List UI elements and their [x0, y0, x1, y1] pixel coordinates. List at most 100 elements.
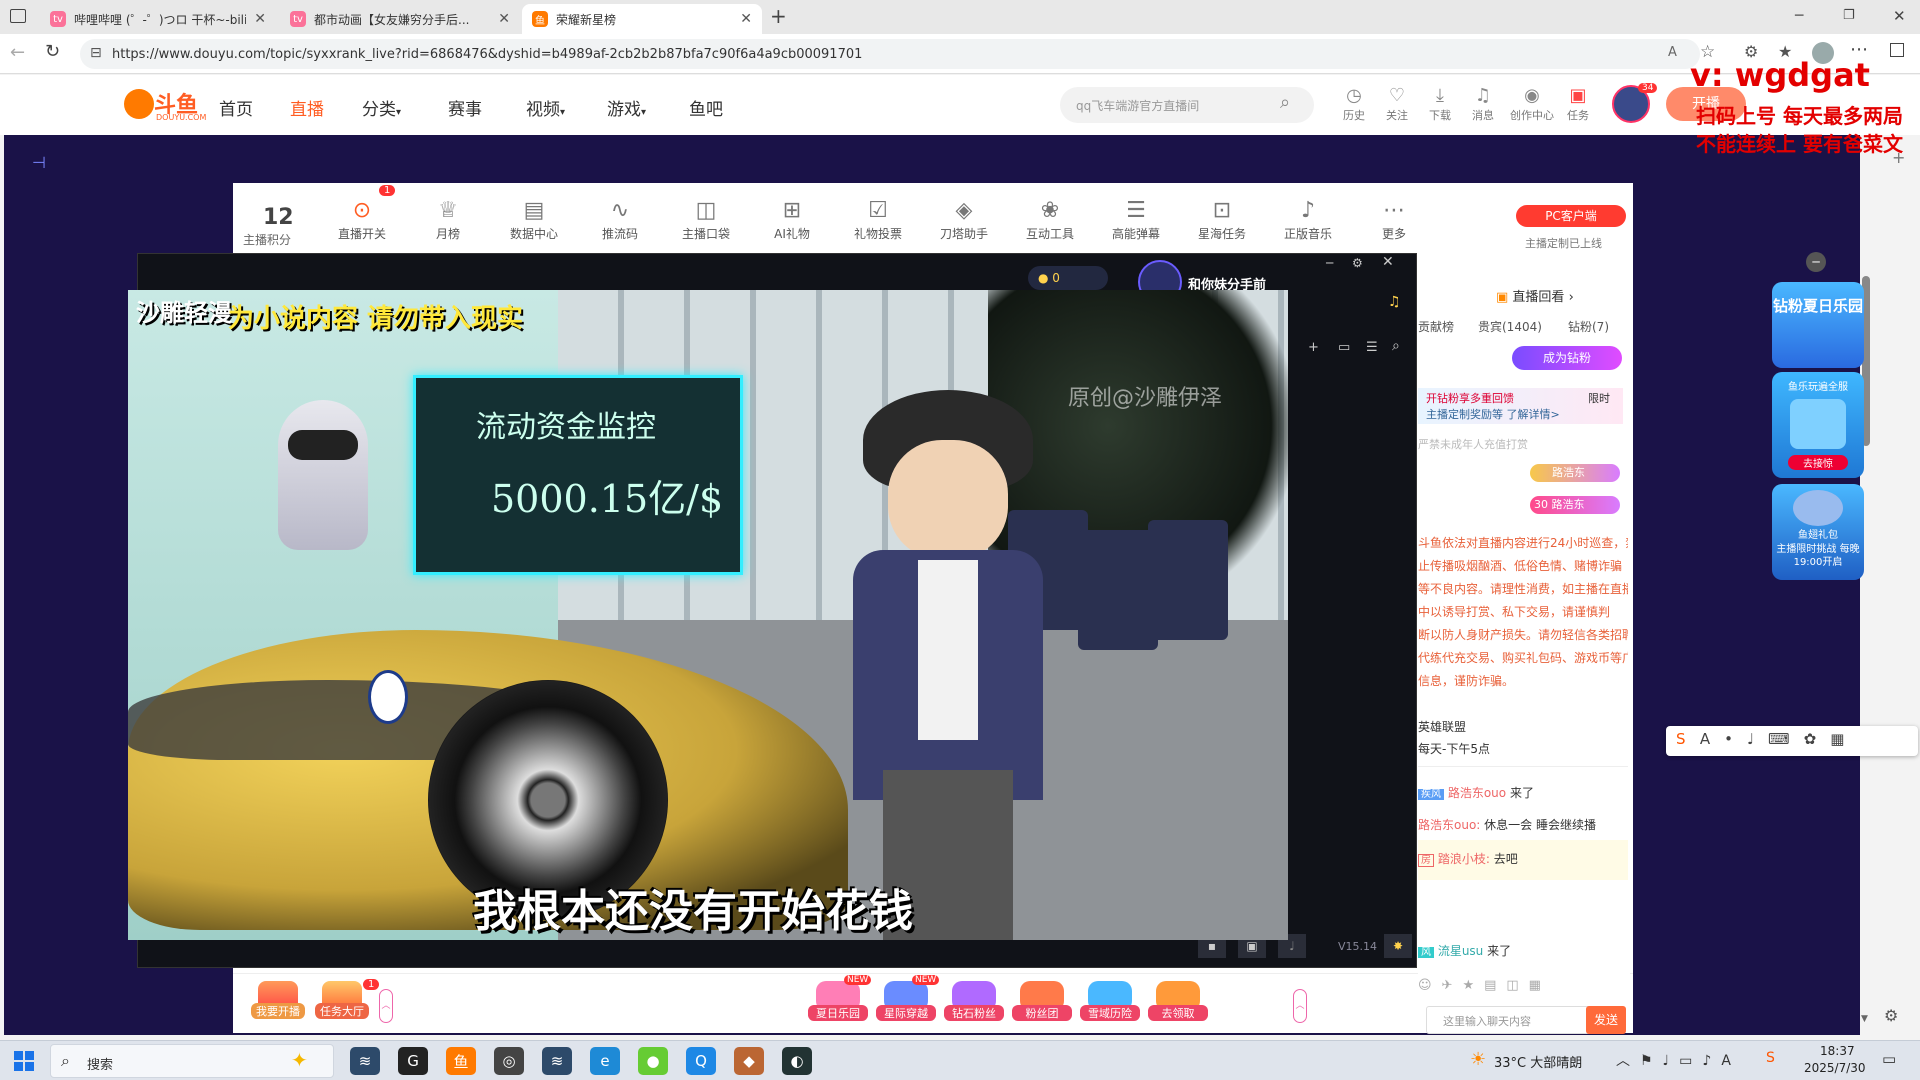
- tool-monthly-rank[interactable]: ♕ 月榜: [413, 197, 483, 242]
- app-icon[interactable]: ◆: [734, 1047, 764, 1075]
- minimize-player-icon[interactable]: ─: [1326, 256, 1333, 270]
- tab-bilibili-video[interactable]: tv 都市动画【女友嫌穷分手后... ✕: [280, 4, 520, 34]
- bug-icon[interactable]: ✸: [1384, 934, 1412, 958]
- grid-icon[interactable]: ▦: [1830, 730, 1858, 748]
- chat-user[interactable]: 流星usu: [1438, 944, 1483, 958]
- activity-item[interactable]: 粉丝团: [1012, 981, 1072, 1021]
- sidebar-icon[interactable]: [1890, 43, 1904, 57]
- nav-home[interactable]: 首页: [219, 95, 253, 120]
- tray-icons[interactable]: ︿⚑♩▭♪A: [1616, 1050, 1741, 1070]
- chat-user[interactable]: 路浩东ouo: [1448, 786, 1506, 800]
- clock-time[interactable]: 18:37: [1820, 1044, 1855, 1058]
- tool-data-center[interactable]: ▤ 数据中心: [499, 197, 569, 242]
- fan-banner[interactable]: 开钻粉享多重回馈 限时 主播定制奖励等 了解详情>: [1418, 388, 1623, 424]
- task-button[interactable]: ▣ 任务: [1556, 85, 1600, 123]
- qq-icon[interactable]: Q: [686, 1047, 716, 1075]
- nav-fishbar[interactable]: 鱼吧: [689, 95, 723, 120]
- weather-text[interactable]: 33°C 大部晴朗: [1494, 1052, 1582, 1071]
- activity-item[interactable]: 星际穿越 NEW: [876, 975, 940, 1021]
- nav-events[interactable]: 赛事: [448, 95, 482, 120]
- nav-games[interactable]: 游戏▾: [607, 95, 646, 120]
- nav-live[interactable]: 直播: [290, 95, 324, 120]
- tab-douyu-rank[interactable]: 鱼 荣耀新星榜 ✕: [522, 4, 762, 34]
- app-icon[interactable]: ≋: [350, 1047, 380, 1075]
- activity-item[interactable]: 雪域历险: [1080, 981, 1140, 1021]
- add-user-icon[interactable]: +: [1308, 340, 1319, 355]
- chat-user[interactable]: 路浩东ouo:: [1418, 818, 1480, 832]
- taskbar-search[interactable]: ⌕ 搜索 ✦: [50, 1044, 334, 1078]
- app-icon[interactable]: ≋: [542, 1047, 572, 1075]
- nav-video[interactable]: 视频▾: [526, 95, 565, 120]
- search-icon[interactable]: ⌕: [1392, 338, 1400, 354]
- skin-icon[interactable]: ✿: [1804, 730, 1831, 748]
- close-window-button[interactable]: ✕: [1893, 7, 1906, 25]
- tool-ai-gift[interactable]: ⊞ AI礼物: [757, 197, 827, 242]
- tool-gift-vote[interactable]: ☑ 礼物投票: [843, 197, 913, 242]
- close-tab-icon[interactable]: ✕: [740, 11, 752, 27]
- activity-item[interactable]: 夏日乐园 NEW: [808, 975, 872, 1021]
- chat-tab-vip[interactable]: 贵宾(1404): [1478, 318, 1542, 335]
- font-icon[interactable]: A: [1700, 730, 1724, 748]
- replay-link[interactable]: ▣ 直播回看 ›: [1496, 286, 1574, 305]
- tab-bilibili-home[interactable]: tv 哔哩哔哩 (゜-゜)つロ 干杯~-bilibili ✕: [40, 4, 276, 34]
- window-menu-icon[interactable]: [10, 9, 26, 23]
- scroll-down-icon[interactable]: ▼: [1861, 1014, 1868, 1024]
- collapse-promo-icon[interactable]: ─: [1806, 252, 1826, 272]
- chat-tab-contrib[interactable]: 贡献榜: [1418, 318, 1454, 335]
- pc-client-button[interactable]: PC客户端: [1516, 205, 1626, 227]
- chat-input[interactable]: 这里输入聊天内容: [1426, 1006, 1601, 1034]
- history-button[interactable]: ◷ 历史: [1332, 85, 1376, 123]
- app-icon[interactable]: ●: [638, 1047, 668, 1075]
- new-tab-button[interactable]: +: [770, 4, 787, 28]
- tool-danmaku[interactable]: ☰ 高能弹幕: [1101, 197, 1171, 242]
- nav-category[interactable]: 分类▾: [362, 95, 401, 120]
- collapse-arrow-icon[interactable]: ︿: [379, 989, 393, 1023]
- sogou-tray-icon[interactable]: S: [1766, 1050, 1775, 1066]
- player-settings-icon[interactable]: ⚙: [1352, 256, 1363, 270]
- keyboard-icon[interactable]: ⌨: [1768, 730, 1804, 748]
- tool-dota-helper[interactable]: ◈ 刀塔助手: [929, 197, 999, 242]
- folder-icon[interactable]: ▭: [1338, 340, 1350, 355]
- douyu-logo[interactable]: 斗鱼 DOUYU.COM: [124, 87, 206, 125]
- search-box[interactable]: qq飞车端游官方直播间 ⌕: [1060, 87, 1314, 123]
- tool-music[interactable]: ♪ 正版音乐: [1273, 197, 1343, 242]
- app-icon[interactable]: G: [398, 1047, 428, 1075]
- creator-center-button[interactable]: ◉ 创作中心: [1508, 85, 1556, 123]
- tool-interact[interactable]: ❀ 互动工具: [1015, 197, 1085, 242]
- close-tab-icon[interactable]: ✕: [498, 11, 510, 27]
- message-button[interactable]: ♫ 消息: [1461, 85, 1505, 123]
- collapse-right-icon[interactable]: ︿: [1293, 989, 1307, 1023]
- download-button[interactable]: ⤓ 下载: [1418, 85, 1462, 123]
- tool-live-switch[interactable]: ⊙ 直播开关: [327, 197, 397, 242]
- send-button[interactable]: 发送: [1586, 1006, 1626, 1034]
- become-fan-button[interactable]: 成为钻粉: [1512, 346, 1622, 370]
- follow-button[interactable]: ♡ 关注: [1375, 85, 1419, 123]
- tool-pocket[interactable]: ◫ 主播口袋: [671, 197, 741, 242]
- chat-tab-fans[interactable]: 钻粉(7): [1568, 318, 1609, 335]
- activity-item[interactable]: 钻石粉丝: [944, 981, 1004, 1021]
- mic-icon[interactable]: ♩: [1747, 730, 1768, 748]
- list-icon[interactable]: ☰: [1366, 340, 1378, 355]
- bell-icon[interactable]: ♫: [1388, 294, 1401, 310]
- activity-item[interactable]: 去领取: [1148, 981, 1208, 1021]
- restore-button[interactable]: ❐: [1843, 8, 1855, 23]
- app-icon[interactable]: 鱼: [446, 1047, 476, 1075]
- chat-user[interactable]: 踏浪小枝:: [1438, 852, 1490, 866]
- clock-date[interactable]: 2025/7/30: [1804, 1061, 1866, 1075]
- task-hall-button[interactable]: 任务大厅: [315, 981, 369, 1019]
- promo-game[interactable]: 鱼乐玩遍全服 去接惊: [1772, 372, 1864, 478]
- tool-star-task[interactable]: ⊡ 星海任务: [1187, 197, 1257, 242]
- back-icon[interactable]: ←: [10, 42, 25, 63]
- notification-icon[interactable]: ▭: [1882, 1050, 1896, 1068]
- sogou-icon[interactable]: S: [1676, 730, 1700, 748]
- close-player-icon[interactable]: ✕: [1382, 254, 1394, 270]
- start-icon[interactable]: [14, 1051, 34, 1071]
- url-field[interactable]: ⊟ https://www.douyu.com/topic/syxxrank_l…: [80, 39, 1700, 69]
- app-icon[interactable]: ◐: [782, 1047, 812, 1075]
- refresh-icon[interactable]: ↻: [45, 41, 60, 62]
- settings-gear-icon[interactable]: ⚙: [1884, 1006, 1898, 1025]
- promo-summer[interactable]: 钻粉夏日乐园: [1772, 282, 1864, 368]
- read-aloud-icon[interactable]: A: [1668, 45, 1677, 60]
- go-live-button[interactable]: 我要开播: [251, 981, 305, 1019]
- punct-icon[interactable]: •: [1724, 730, 1747, 748]
